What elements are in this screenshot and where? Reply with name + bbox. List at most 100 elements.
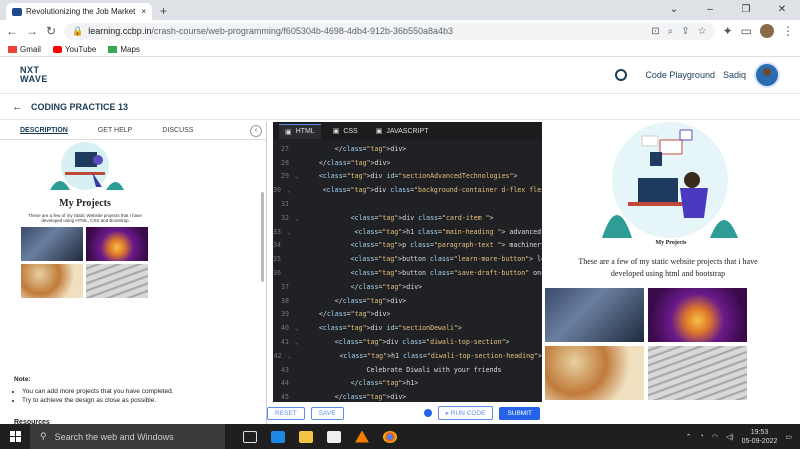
edge-icon[interactable] bbox=[271, 430, 285, 443]
code-line[interactable]: 37 </class="tag">div> bbox=[273, 280, 542, 294]
close-window-icon[interactable]: ✕ bbox=[764, 0, 800, 20]
code-line[interactable]: 41 ⌄ <class="tag">div class="diwali-top-s… bbox=[273, 335, 542, 349]
code-text: <class="tag">div class="background-conta… bbox=[290, 186, 542, 195]
extensions-icon[interactable]: ✦ bbox=[723, 24, 733, 38]
nxtwave-logo[interactable]: NXT WAVE bbox=[20, 66, 48, 84]
code-line[interactable]: 38 </class="tag">div> bbox=[273, 294, 542, 308]
tab-description[interactable]: DESCRIPTION bbox=[20, 127, 68, 134]
run-code-button[interactable]: ▸ RUN CODE bbox=[437, 406, 494, 420]
fold-icon[interactable]: ⌄ bbox=[295, 324, 303, 332]
reload-icon[interactable]: ↻ bbox=[46, 24, 56, 38]
project-image-diwali bbox=[86, 227, 148, 261]
forward-icon[interactable]: → bbox=[26, 24, 38, 38]
bookmark-youtube[interactable]: YouTube bbox=[52, 45, 96, 54]
start-button[interactable] bbox=[0, 424, 30, 449]
sidebar-icon[interactable]: ▭ bbox=[741, 24, 752, 38]
description-panel: DESCRIPTION GET HELP DISCUSS ‹ My Projec… bbox=[0, 122, 267, 426]
code-line[interactable]: 44 </class="tag">h1> bbox=[273, 377, 542, 391]
vlc-icon[interactable] bbox=[355, 430, 369, 443]
code-text: </class="tag">div> bbox=[303, 144, 407, 153]
code-line[interactable]: 28 </class="tag">div> bbox=[273, 156, 542, 170]
html-file-icon: ▣ bbox=[285, 128, 292, 136]
code-line[interactable]: 42 ⌄ <class="tag">h1 class="diwali-top-se… bbox=[273, 349, 542, 363]
wifi-icon[interactable]: ◠ bbox=[712, 433, 718, 441]
code-line[interactable]: 27 </class="tag">div> bbox=[273, 142, 542, 156]
code-line[interactable]: 31 bbox=[273, 197, 542, 211]
code-text: <class="tag">p class="paragraph-text "> … bbox=[286, 241, 542, 250]
tab-html[interactable]: ▣ HTML bbox=[279, 123, 321, 139]
code-line[interactable]: 36 <class="tag">button class="save-draft… bbox=[273, 266, 542, 280]
new-tab-icon[interactable]: + bbox=[160, 4, 167, 18]
share-icon[interactable]: ⇪ bbox=[681, 26, 689, 37]
menu-icon[interactable]: ⋮ bbox=[782, 24, 794, 38]
user-avatar[interactable] bbox=[754, 62, 780, 88]
maximize-icon[interactable]: ❐ bbox=[728, 0, 764, 20]
bookmark-maps[interactable]: Maps bbox=[108, 45, 140, 54]
fold-icon[interactable]: ⌄ bbox=[295, 214, 303, 222]
fold-icon[interactable]: ⌄ bbox=[295, 172, 303, 180]
gmail-icon bbox=[8, 45, 17, 53]
description-scrollbar[interactable] bbox=[261, 192, 264, 282]
install-icon[interactable]: ⊡ bbox=[651, 26, 659, 37]
browser-tab[interactable]: Revolutionizing the Job Market | × bbox=[6, 3, 152, 20]
line-number: 38 bbox=[281, 296, 289, 305]
code-line[interactable]: 32 ⌄ <class="tag">div class="card-item "> bbox=[273, 211, 542, 225]
browser-profile-avatar[interactable] bbox=[760, 24, 774, 38]
volume-icon[interactable]: ◁) bbox=[726, 433, 734, 441]
task-view-icon[interactable] bbox=[243, 430, 257, 443]
code-playground-link[interactable]: Code Playground bbox=[645, 70, 715, 80]
code-text: <class="tag">div class="card-item "> bbox=[303, 213, 494, 222]
clock[interactable]: 19:53 05-09-2022 bbox=[742, 428, 778, 446]
network-icon[interactable]: ◔ bbox=[700, 433, 704, 440]
code-line[interactable]: 33 ⌄ <class="tag">h1 class="main-heading … bbox=[273, 225, 542, 239]
code-line[interactable]: 29 ⌄ <class="tag">div id="sectionAdvanced… bbox=[273, 170, 542, 184]
code-line[interactable]: 34 <class="tag">p class="paragraph-text … bbox=[273, 239, 542, 253]
url-bar[interactable]: 🔒 learning.ccbp.in/crash-course/web-prog… bbox=[64, 22, 715, 40]
reset-button[interactable]: RESET bbox=[267, 406, 305, 420]
bookmark-gmail[interactable]: Gmail bbox=[8, 45, 41, 54]
streak-icon[interactable] bbox=[615, 69, 628, 81]
taskbar-search[interactable]: ⚲ Search the web and Windows bbox=[30, 424, 225, 449]
code-line[interactable]: 30 ⌄ <class="tag">div class="background-c… bbox=[273, 183, 542, 197]
tab-css[interactable]: ▣ CSS bbox=[327, 124, 364, 138]
line-number: 28 bbox=[281, 158, 289, 167]
close-tab-icon[interactable]: × bbox=[141, 7, 146, 16]
store-icon[interactable] bbox=[327, 430, 341, 443]
file-explorer-icon[interactable] bbox=[299, 430, 313, 443]
chevron-up-icon[interactable]: ⌃ bbox=[686, 433, 692, 441]
code-line[interactable]: 35 <class="tag">button class="learn-more… bbox=[273, 252, 542, 266]
code-line[interactable]: 40 ⌄ <class="tag">div id="sectionDewali"> bbox=[273, 321, 542, 335]
chevron-down-icon[interactable]: ⌄ bbox=[656, 0, 692, 20]
tab-javascript[interactable]: ▣ JAVASCRIPT bbox=[370, 124, 435, 138]
code-line[interactable]: 45 </class="tag">div> bbox=[273, 390, 542, 402]
output-preview: My Projects These are a few of my static… bbox=[542, 122, 800, 424]
tab-get-help[interactable]: GET HELP bbox=[98, 127, 133, 134]
settings-icon[interactable] bbox=[423, 409, 432, 417]
minimize-icon[interactable]: – bbox=[692, 0, 728, 20]
note-item: You can add more projects that you have … bbox=[22, 388, 174, 395]
save-button[interactable]: SAVE bbox=[310, 406, 344, 420]
back-icon[interactable]: ← bbox=[6, 24, 18, 38]
chrome-icon[interactable] bbox=[383, 430, 397, 443]
right-preview-grid bbox=[545, 288, 747, 400]
submit-button[interactable]: SUBMIT bbox=[499, 406, 540, 420]
line-number: 32 bbox=[281, 213, 289, 222]
code-text: <class="tag">div id="sectionAdvancedTech… bbox=[303, 172, 518, 181]
bookmark-star-icon[interactable]: ☆ bbox=[698, 26, 707, 37]
notifications-icon[interactable]: ▭ bbox=[785, 433, 792, 441]
taskbar-search-text: Search the web and Windows bbox=[54, 431, 174, 442]
css-file-icon: ▣ bbox=[332, 128, 340, 135]
collapse-panel-icon[interactable]: ‹ bbox=[250, 124, 262, 137]
code-line[interactable]: 39 </class="tag">div> bbox=[273, 308, 542, 322]
code-text: </class="tag">div> bbox=[303, 158, 391, 167]
fold-icon[interactable]: ⌄ bbox=[295, 338, 303, 346]
back-arrow-icon[interactable]: ← bbox=[12, 101, 23, 113]
code-area[interactable]: 27 </class="tag">div> 28 </class="tag">di… bbox=[273, 142, 542, 402]
right-preview-description: These are a few of my static website pro… bbox=[578, 257, 758, 278]
right-preview-title: My Projects bbox=[655, 240, 687, 246]
code-text: <class="tag">h1 class="diwali-top-sectio… bbox=[291, 351, 542, 360]
windows-taskbar: ⚲ Search the web and Windows ⌃ ◔ ◠ ◁) 19… bbox=[0, 424, 800, 449]
code-line[interactable]: 43 Celebrate Diwali with your friends bbox=[273, 363, 542, 377]
zoom-icon[interactable]: ⌕ bbox=[668, 26, 674, 37]
tab-discuss[interactable]: DISCUSS bbox=[162, 127, 193, 134]
